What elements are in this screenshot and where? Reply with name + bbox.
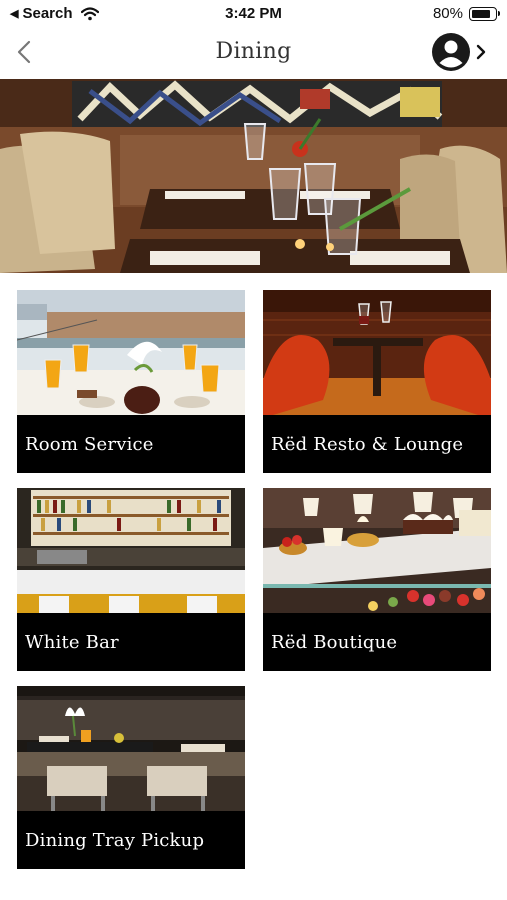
tile-label: Room Service: [17, 415, 245, 473]
chevron-left-icon: [17, 40, 31, 64]
profile-button[interactable]: [431, 32, 487, 72]
tile-white-bar[interactable]: White Bar: [17, 488, 245, 671]
hero-restaurant-image: [0, 79, 507, 273]
red-boutique-image: [263, 488, 491, 613]
tile-label: Rëd Boutique: [263, 613, 491, 671]
tile-room-service[interactable]: Room Service: [17, 290, 245, 473]
battery-status: 80%: [432, 5, 500, 22]
battery-percent: 80%: [432, 5, 463, 22]
back-triangle-icon: ◀: [10, 8, 19, 20]
chevron-right-icon: [476, 44, 486, 60]
tile-label: White Bar: [17, 613, 245, 671]
back-to-search[interactable]: ◀ Search: [10, 5, 99, 22]
back-button[interactable]: [12, 38, 38, 66]
tile-red-resto-lounge[interactable]: Rëd Resto & Lounge: [263, 290, 491, 473]
battery-level: [472, 9, 490, 18]
dining-tray-pickup-image: [17, 686, 245, 811]
room-service-image: [17, 290, 245, 415]
user-avatar-icon: [432, 33, 470, 71]
red-resto-lounge-image: [263, 290, 491, 415]
white-bar-image: [17, 488, 245, 613]
navigation-bar: Dining: [0, 28, 507, 78]
tile-dining-tray-pickup[interactable]: Dining Tray Pickup: [17, 686, 245, 869]
back-app-label: Search: [22, 5, 73, 22]
tile-red-boutique[interactable]: Rëd Boutique: [263, 488, 491, 671]
battery-icon: [469, 6, 500, 21]
status-bar: ◀ Search 3:42 PM 80%: [0, 0, 507, 28]
tile-label: Rëd Resto & Lounge: [263, 415, 491, 473]
tile-label: Dining Tray Pickup: [17, 811, 245, 869]
wifi-icon: [80, 6, 99, 20]
